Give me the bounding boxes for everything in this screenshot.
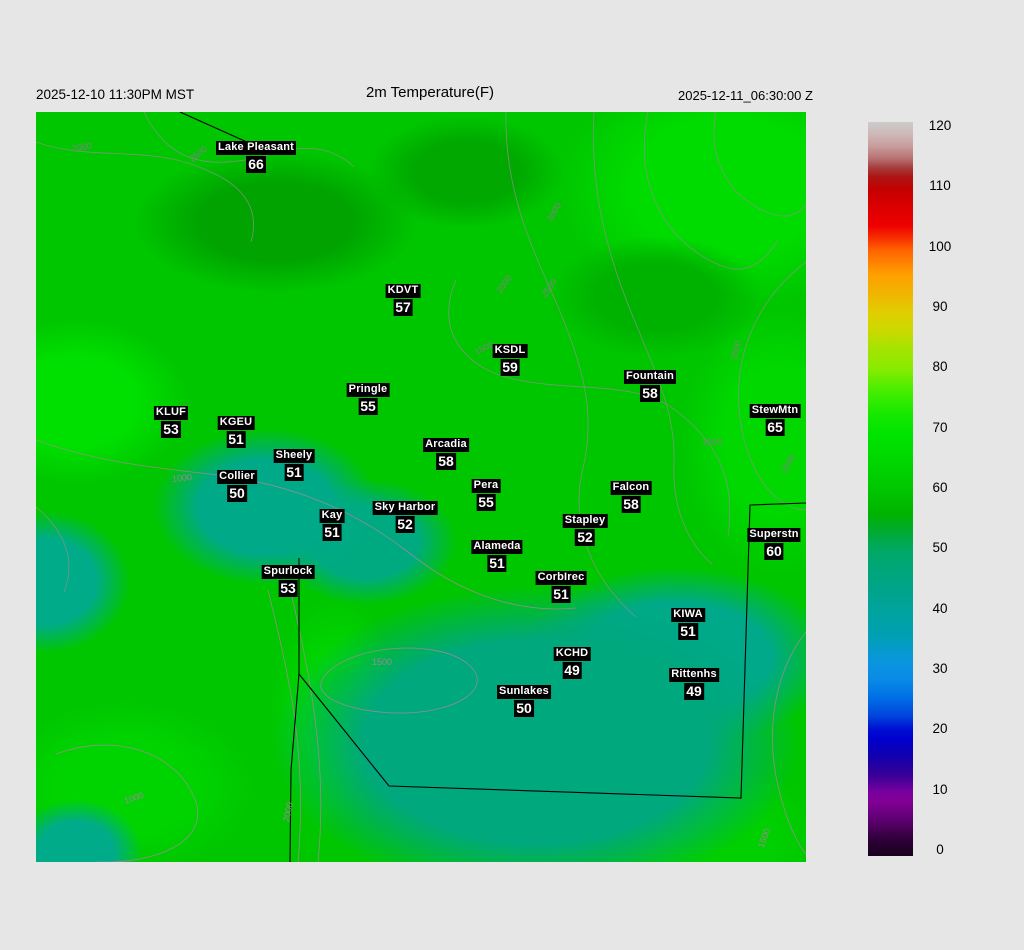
colorbar-tick-50: 50 [932,540,948,556]
station-temperature-value: 51 [284,464,304,481]
station-temperature-value: 53 [278,580,298,597]
valid-time-local: 2025-12-10 11:30PM MST [36,87,195,102]
station-rittenhs: Rittenhs 49 [669,665,719,700]
station-name-label: Spurlock [261,565,315,579]
station-temperature-value: 51 [322,524,342,541]
station-falcon: Falcon 58 [610,478,652,513]
station-temperature-value: 65 [765,419,785,436]
station-name-label: KSDL [492,344,528,358]
station-temperature-value: 49 [684,683,704,700]
station-temperature-value: 55 [358,398,378,415]
colorbar-tick-20: 20 [932,721,948,737]
station-stewmtn: StewMtn 65 [749,401,801,436]
colorbar-tick-40: 40 [932,600,948,616]
station-temperature-value: 51 [226,431,246,448]
valid-time-utc: 2025-12-11_06:30:00 Z [678,88,813,103]
station-kgeu: KGEU 51 [217,413,255,448]
station-temperature-value: 49 [562,662,582,679]
station-temperature-value: 50 [514,700,534,717]
station-fountain: Fountain 58 [623,367,677,402]
station-temperature-value: 55 [476,494,496,511]
colorbar-tick-70: 70 [932,419,948,435]
colorbar-tick-10: 10 [932,781,948,797]
station-temperature-value: 52 [395,516,415,533]
station-temperature-value: 58 [436,453,456,470]
station-name-label: KLUF [153,406,189,420]
colorbar [868,122,913,856]
station-name-label: KIWA [671,608,705,622]
contour-lines-layer [36,112,806,862]
station-name-label: Superstn [747,528,801,542]
station-corbirec: CorbIrec 51 [535,568,587,603]
station-name-label: Fountain [623,370,677,384]
station-name-label: Lake Pleasant [216,141,296,155]
colorbar-tick-110: 110 [929,178,951,194]
station-temperature-value: 59 [500,359,520,376]
station-temperature-value: 57 [393,299,413,316]
station-temperature-value: 50 [227,485,247,502]
station-superstn: Superstn 60 [747,525,801,560]
station-name-label: Sky Harbor [372,501,438,515]
colorbar-tick-60: 60 [932,480,948,495]
plot-title: 2m Temperature(F) [365,84,495,101]
station-temperature-value: 51 [487,555,507,572]
station-name-label: Arcadia [423,438,469,452]
station-name-label: Sheely [273,449,315,463]
station-arcadia: Arcadia 58 [423,435,469,470]
station-name-label: Pera [471,479,501,493]
colorbar-tick-0: 0 [936,842,944,857]
colorbar-tick-80: 80 [932,359,948,375]
station-temperature-value: 58 [621,496,641,513]
station-temperature-value: 51 [551,586,571,603]
station-kdvt: KDVT 57 [385,281,421,316]
station-spurlock: Spurlock 53 [261,562,315,597]
station-name-label: Rittenhs [669,668,719,682]
station-name-label: KCHD [553,647,591,661]
colorbar-tick-100: 100 [928,238,952,254]
station-name-label: Pringle [346,383,390,397]
station-pera: Pera 55 [471,476,501,511]
station-lake-pleasant: Lake Pleasant 66 [216,138,296,173]
station-kchd: KCHD 49 [553,644,591,679]
weather-plot-page: { "header": { "left_timestamp": "2025-12… [0,0,1024,950]
station-temperature-value: 60 [764,543,784,560]
station-kay: Kay 51 [319,506,345,541]
colorbar-tick-30: 30 [932,661,948,676]
station-name-label: Sunlakes [497,685,551,699]
colorbar-tick-90: 90 [932,299,948,314]
station-name-label: Stapley [562,514,608,528]
station-temperature-value: 66 [246,156,266,173]
station-temperature-value: 58 [640,385,660,402]
temperature-map: 2500 2000 3000 2000 2500 2500 1500 2500 1500 1000… [36,112,806,862]
station-kluf: KLUF 53 [153,403,189,438]
station-name-label: KGEU [217,416,255,430]
station-stapley: Stapley 52 [562,511,608,546]
station-name-label: KDVT [385,284,421,298]
station-name-label: CorbIrec [535,571,587,585]
colorbar-tick-120: 120 [928,118,952,133]
station-name-label: Alameda [471,540,523,554]
station-name-label: Collier [217,470,257,484]
station-sky-harbor: Sky Harbor 52 [372,498,438,533]
station-temperature-value: 51 [678,623,698,640]
station-sunlakes: Sunlakes 50 [497,682,551,717]
station-name-label: StewMtn [749,404,801,418]
station-sheely: Sheely 51 [273,446,315,481]
station-name-label: Falcon [610,481,652,495]
station-pringle: Pringle 55 [346,380,390,415]
station-ksdl: KSDL 59 [492,341,528,376]
station-kiwa: KIWA 51 [671,605,705,640]
station-temperature-value: 52 [575,529,595,546]
station-temperature-value: 53 [161,421,181,438]
station-name-label: Kay [319,509,345,523]
station-collier: Collier 50 [217,467,257,502]
station-alameda: Alameda 51 [471,537,523,572]
